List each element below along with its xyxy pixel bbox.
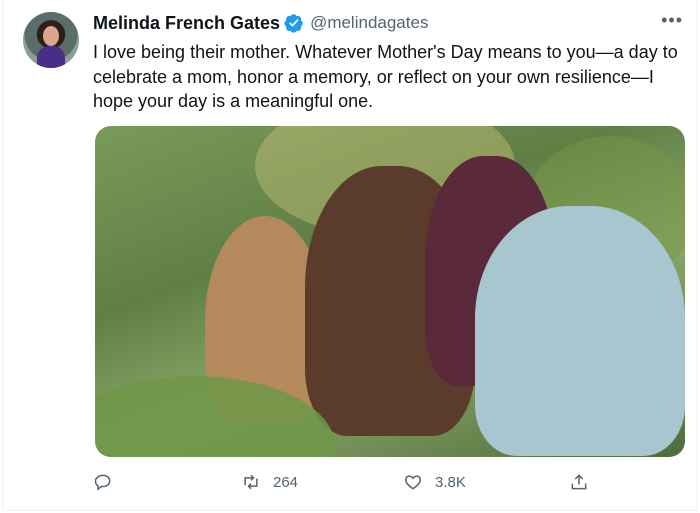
author-name[interactable]: Melinda French Gates [93, 13, 280, 34]
tweet-header: Melinda French Gates @melindagates [93, 10, 428, 36]
tweet-text: I love being their mother. Whatever Moth… [93, 42, 678, 111]
avatar[interactable] [23, 12, 79, 68]
like-count: 3.8K [435, 473, 466, 491]
avatar-face [43, 26, 59, 46]
tweet-actions: 264 3.8K [3, 472, 697, 496]
retweet-button[interactable]: 264 [241, 472, 298, 492]
share-button[interactable] [569, 472, 589, 492]
avatar-body [37, 46, 65, 68]
heart-icon [404, 475, 422, 490]
retweet-icon [244, 474, 258, 490]
tweet-photo[interactable] [95, 126, 685, 457]
verified-badge-icon [284, 13, 304, 33]
tweet-card[interactable]: Melinda French Gates @melindagates ••• I… [2, 0, 698, 511]
author-handle[interactable]: @melindagates [310, 13, 428, 33]
retweet-count: 264 [273, 473, 299, 491]
reply-button[interactable] [93, 472, 113, 492]
photo-figure-girl-right [475, 206, 685, 456]
share-icon [571, 474, 587, 490]
more-options-icon[interactable]: ••• [661, 10, 683, 31]
reply-icon [94, 474, 111, 491]
like-button[interactable]: 3.8K [403, 472, 466, 492]
